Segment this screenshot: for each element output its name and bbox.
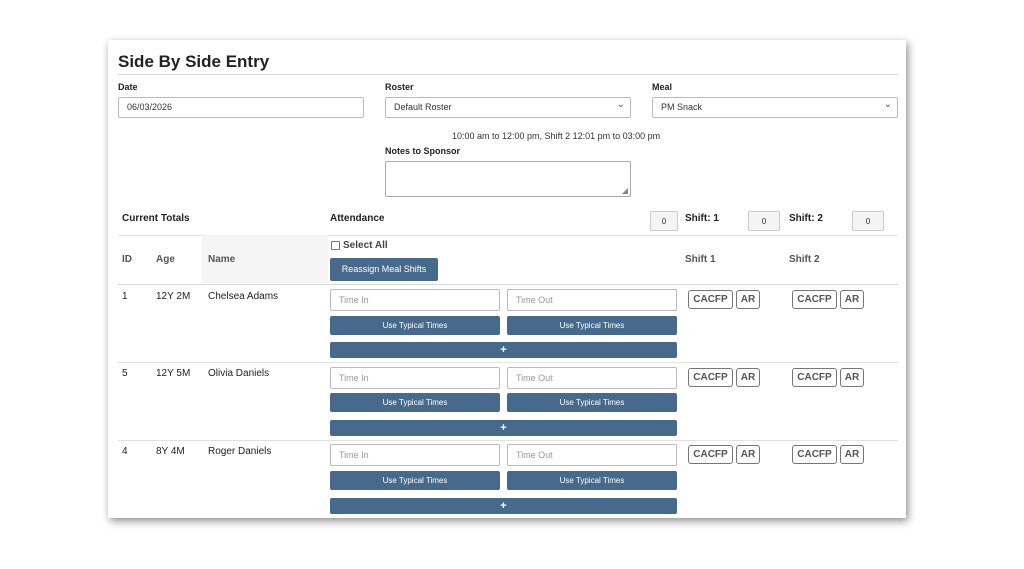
divider [118, 440, 898, 441]
row-age: 8Y 4M [156, 446, 185, 457]
shift-times-text: 10:00 am to 12:00 pm, Shift 2 12:01 pm t… [452, 131, 661, 141]
meal-select[interactable]: PM Snack [652, 95, 898, 118]
resize-grip-icon[interactable]: ◢ [622, 186, 628, 195]
row-age: 12Y 5M [156, 368, 191, 379]
shift1-cacfp-toggle[interactable]: CACFP [688, 368, 733, 387]
time-out-input[interactable]: Time Out [507, 289, 677, 311]
use-typical-times-out-button[interactable]: Use Typical Times [507, 393, 677, 412]
shift1-total-label: Shift: 1 [685, 213, 719, 224]
add-time-button[interactable]: + [330, 342, 677, 358]
row-id: 1 [122, 291, 128, 302]
attendance-label: Attendance [330, 213, 385, 224]
shift2-ar-toggle[interactable]: AR [840, 290, 864, 309]
title-divider [118, 74, 898, 75]
col-header-age: Age [156, 254, 175, 265]
col-header-name: Name [208, 254, 236, 265]
col-header-shift2: Shift 2 [789, 254, 820, 265]
reassign-meal-shifts-button[interactable]: Reassign Meal Shifts [330, 258, 438, 281]
shift1-cacfp-toggle[interactable]: CACFP [688, 290, 733, 309]
current-totals-label: Current Totals [122, 213, 190, 224]
row-name: Chelsea Adams [208, 291, 279, 302]
col-header-shift1: Shift 1 [685, 254, 716, 265]
time-out-input[interactable]: Time Out [507, 367, 677, 389]
use-typical-times-in-button[interactable]: Use Typical Times [330, 316, 500, 335]
row-id: 5 [122, 368, 128, 379]
use-typical-times-in-button[interactable]: Use Typical Times [330, 471, 500, 490]
meal-label: Meal [652, 82, 673, 92]
time-in-input[interactable]: Time In [330, 289, 500, 311]
shift1-ar-toggle[interactable]: AR [736, 445, 760, 464]
time-in-input[interactable]: Time In [330, 444, 500, 466]
shift2-cacfp-toggle[interactable]: CACFP [792, 290, 837, 309]
col-header-id: ID [122, 254, 132, 265]
shift1-ar-toggle[interactable]: AR [736, 368, 760, 387]
divider [118, 284, 898, 285]
add-time-button[interactable]: + [330, 420, 677, 436]
row-id: 4 [122, 446, 128, 457]
shift2-cacfp-toggle[interactable]: CACFP [792, 368, 837, 387]
shift2-cacfp-toggle[interactable]: CACFP [792, 445, 837, 464]
use-typical-times-out-button[interactable]: Use Typical Times [507, 316, 677, 335]
roster-label: Roster [385, 82, 414, 92]
use-typical-times-in-button[interactable]: Use Typical Times [330, 393, 500, 412]
select-all-label: Select All [343, 240, 388, 251]
date-field[interactable]: 06/03/2026 [118, 97, 364, 118]
notes-textarea[interactable]: ◢ [385, 161, 631, 197]
row-name: Olivia Daniels [208, 368, 270, 379]
notes-label: Notes to Sponsor [385, 146, 461, 156]
use-typical-times-out-button[interactable]: Use Typical Times [507, 471, 677, 490]
row-age: 12Y 2M [156, 291, 191, 302]
time-in-input[interactable]: Time In [330, 367, 500, 389]
roster-select[interactable]: Default Roster [385, 95, 631, 118]
time-out-input[interactable]: Time Out [507, 444, 677, 466]
shift2-total-label: Shift: 2 [789, 213, 823, 224]
divider [118, 362, 898, 363]
add-time-button[interactable]: + [330, 498, 677, 514]
shift1-cacfp-toggle[interactable]: CACFP [688, 445, 733, 464]
page-title: Side By Side Entry [118, 52, 270, 71]
select-all-checkbox[interactable] [331, 241, 340, 250]
date-label: Date [118, 82, 138, 92]
shift2-ar-toggle[interactable]: AR [840, 368, 864, 387]
attendance-count: 0 [650, 211, 678, 231]
shift2-ar-toggle[interactable]: AR [840, 445, 864, 464]
shift1-ar-toggle[interactable]: AR [736, 290, 760, 309]
shift2-count: 0 [852, 211, 884, 231]
shift1-count: 0 [748, 211, 780, 231]
side-by-side-entry-card: Side By Side Entry Date 06/03/2026 Roste… [108, 40, 906, 518]
row-name: Roger Daniels [208, 446, 272, 457]
